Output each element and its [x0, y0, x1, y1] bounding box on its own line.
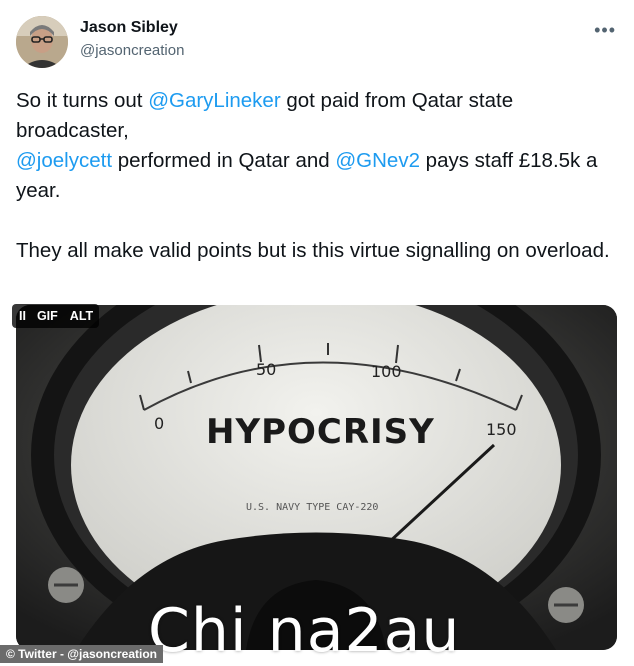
media-controls: II GIF ALT [12, 304, 100, 328]
tweet-text-part: So it turns out [16, 89, 149, 112]
author-handle[interactable]: @jasoncreation [80, 42, 184, 59]
mention-link[interactable]: @joelycett [16, 149, 112, 172]
image-credit: © Twitter - @jasoncreation [0, 645, 164, 663]
meter-small-text: U.S. NAVY TYPE CAY-220 [246, 502, 378, 513]
avatar[interactable] [16, 16, 68, 68]
mention-link[interactable]: @GaryLineker [148, 89, 280, 112]
gif-badge: GIF [30, 304, 64, 328]
watermark: Chi na2au [148, 596, 461, 666]
meter-title: HYPOCRISY [206, 412, 435, 452]
avatar-image [16, 16, 68, 68]
mention-link[interactable]: @GNev2 [335, 149, 420, 172]
more-options-icon[interactable]: ••• [594, 20, 616, 41]
tweet-text: So it turns out @GaryLineker got paid fr… [16, 86, 620, 266]
scale-label: 0 [154, 414, 164, 433]
tweet-text-part: performed in Qatar and [112, 149, 336, 172]
scale-label: 50 [256, 360, 276, 379]
pause-button[interactable]: II [12, 304, 31, 328]
scale-label: 100 [371, 362, 402, 381]
scale-label: 150 [486, 420, 517, 439]
alt-text-button[interactable]: ALT [63, 304, 100, 328]
author-name[interactable]: Jason Sibley [80, 19, 178, 37]
tweet-card: Jason Sibley @jasoncreation ••• So it tu… [0, 0, 634, 666]
